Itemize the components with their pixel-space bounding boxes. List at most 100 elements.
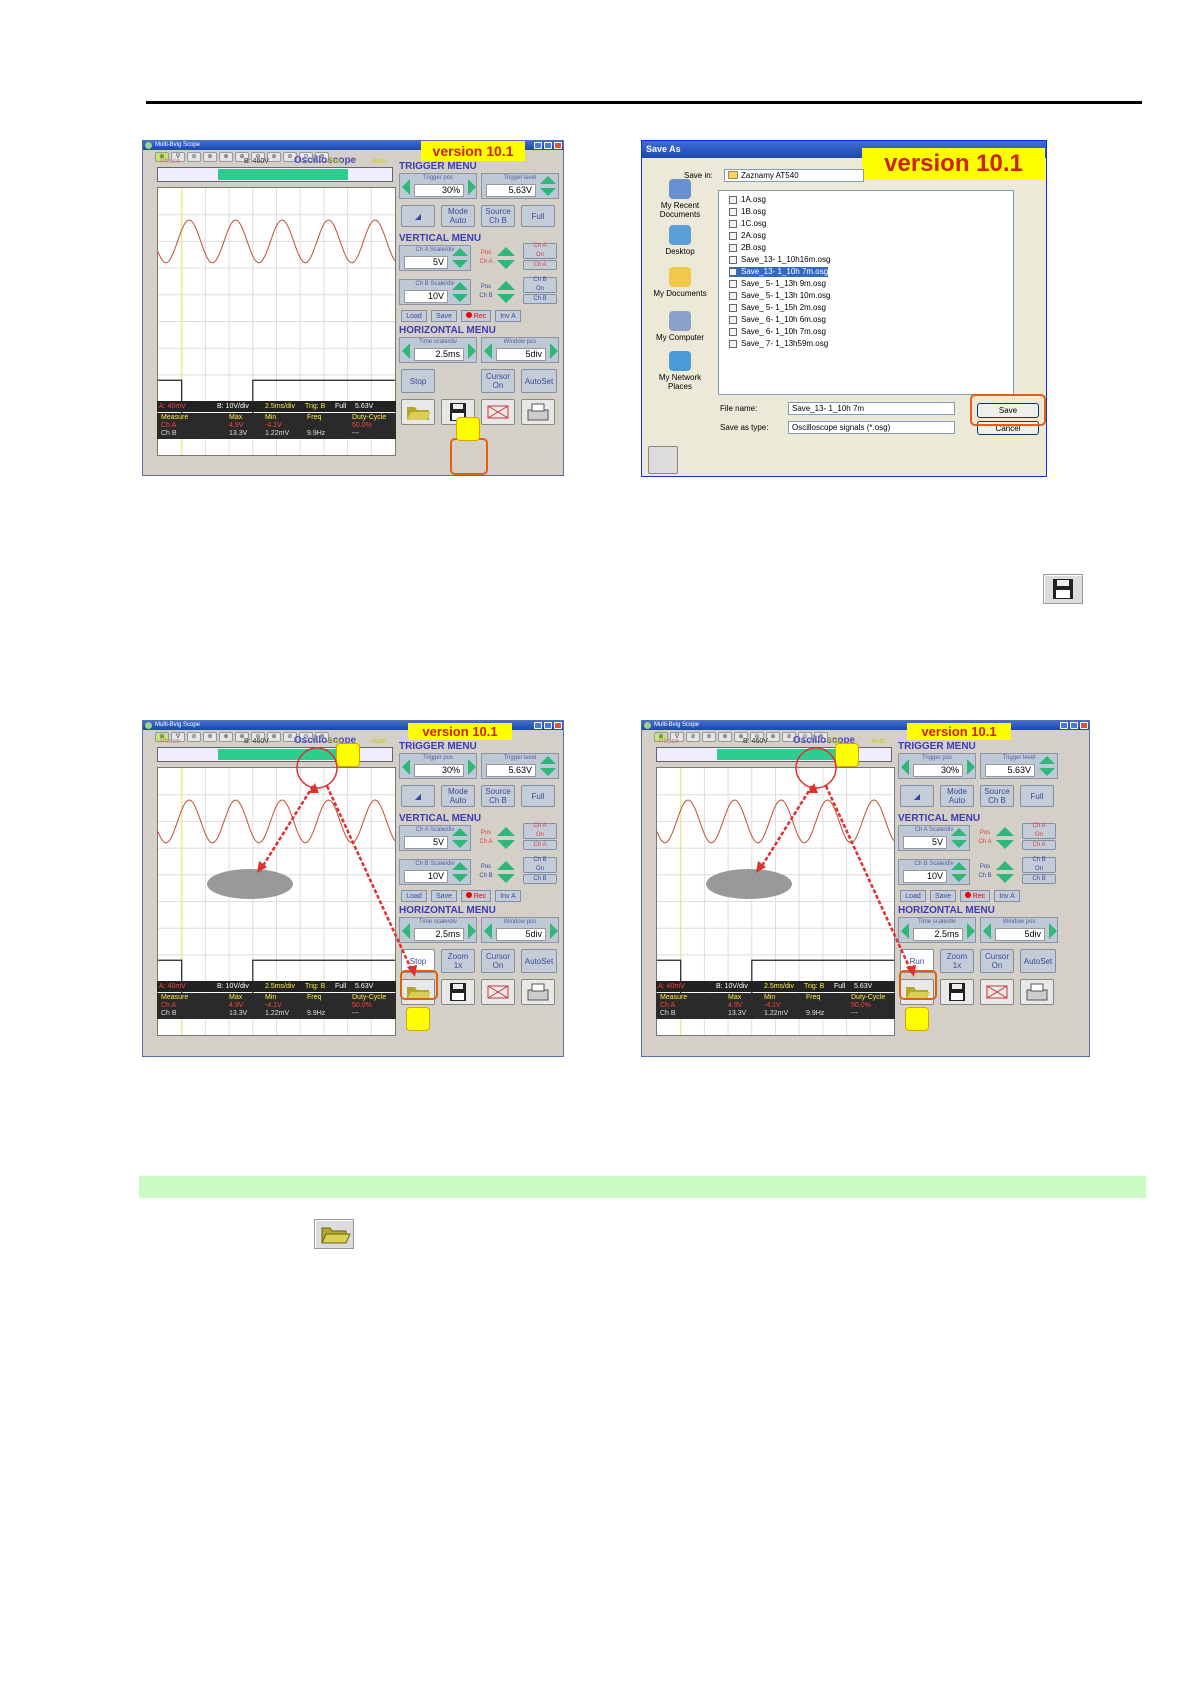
cursor-button[interactable]: Cursor On (481, 949, 515, 973)
chb-small-button[interactable]: Ch B (1022, 874, 1056, 884)
right-arrow-icon[interactable] (967, 759, 975, 775)
up-arrow-icon[interactable] (540, 756, 556, 764)
up-arrow-icon[interactable] (540, 176, 556, 184)
down-arrow-icon[interactable] (951, 874, 967, 882)
pos-cha-button[interactable]: Pos Ch A (976, 827, 994, 849)
file-list[interactable]: 1A.osg 1B.osg 1C.osg 2A.osg 2B.osg Save_13- 1… (718, 190, 1014, 395)
up-arrow-icon[interactable] (452, 862, 468, 870)
load-button[interactable]: Load (900, 890, 926, 902)
trigger-window[interactable] (717, 749, 847, 760)
left-arrow-icon[interactable] (484, 923, 492, 939)
place-item[interactable]: My Computer (644, 311, 716, 342)
down-arrow-icon[interactable] (497, 294, 515, 303)
maximize-button[interactable] (544, 142, 552, 149)
left-arrow-icon[interactable] (901, 759, 909, 775)
down-arrow-icon[interactable] (540, 768, 556, 776)
right-arrow-icon[interactable] (468, 759, 476, 775)
cha-on-button[interactable]: Ch A On (523, 243, 557, 259)
full-button[interactable]: Full (521, 205, 555, 227)
minimize-button[interactable] (534, 722, 542, 729)
inv-a-button[interactable]: Inv A (495, 890, 521, 902)
right-arrow-icon[interactable] (967, 923, 975, 939)
place-item[interactable]: Desktop (644, 225, 716, 256)
chb-on-button[interactable]: Ch B On (523, 857, 557, 873)
place-item[interactable]: My Network Places (644, 351, 716, 391)
edge-button[interactable]: ◢ (900, 785, 934, 807)
pos-chb-button[interactable]: Pos Ch B (477, 861, 495, 883)
down-arrow-icon[interactable] (996, 874, 1014, 883)
chb-small-button[interactable]: Ch B (523, 874, 557, 884)
save-button[interactable]: Save (431, 890, 457, 902)
up-arrow-icon[interactable] (497, 861, 515, 870)
save-button[interactable]: Save (431, 310, 457, 322)
close-button[interactable] (554, 142, 562, 149)
up-arrow-icon[interactable] (452, 828, 468, 836)
file-item[interactable]: 1B.osg (729, 207, 766, 217)
toolbar-button[interactable]: ⊘ (686, 732, 700, 742)
zoom-button[interactable]: Zoom 1x (441, 949, 475, 973)
right-arrow-icon[interactable] (1049, 923, 1057, 939)
chb-on-button[interactable]: Ch B On (523, 277, 557, 293)
close-button[interactable] (1080, 722, 1088, 729)
file-item[interactable]: Save_ 5- 1_15h 2m.osg (729, 303, 826, 313)
clear-button[interactable] (481, 399, 515, 425)
clear-button[interactable] (481, 979, 515, 1005)
pos-chb-button[interactable]: Pos Ch B (477, 281, 495, 303)
file-item[interactable]: 2A.osg (729, 231, 766, 241)
pos-cha-button[interactable]: Pos Ch A (477, 247, 495, 269)
file-item[interactable]: 2B.osg (729, 243, 766, 253)
down-arrow-icon[interactable] (497, 874, 515, 883)
down-arrow-icon[interactable] (497, 260, 515, 269)
print-button[interactable] (521, 399, 555, 425)
inv-a-button[interactable]: Inv A (495, 310, 521, 322)
rec-button[interactable]: Rec (960, 890, 990, 902)
up-arrow-icon[interactable] (996, 861, 1014, 870)
file-item[interactable]: 1A.osg (729, 195, 766, 205)
source-button[interactable]: Source Ch B (980, 785, 1014, 807)
file-item[interactable]: Save_ 6- 1_10h 7m.osg (729, 327, 826, 337)
save-file-button[interactable] (441, 979, 475, 1005)
left-arrow-icon[interactable] (402, 179, 410, 195)
down-arrow-icon[interactable] (540, 188, 556, 196)
up-arrow-icon[interactable] (452, 282, 468, 290)
down-arrow-icon[interactable] (452, 874, 468, 882)
autoset-button[interactable]: AutoSet (521, 369, 557, 393)
right-arrow-icon[interactable] (468, 923, 476, 939)
load-button[interactable]: Load (401, 310, 427, 322)
open-file-button[interactable] (401, 399, 435, 425)
file-item[interactable]: 1C.osg (729, 219, 766, 229)
right-arrow-icon[interactable] (550, 923, 558, 939)
file-item[interactable]: Save_ 7- 1_13h59m.osg (729, 339, 828, 349)
load-button[interactable]: Load (401, 890, 427, 902)
toolbar-button[interactable]: ⊘ (187, 152, 201, 162)
cha-small-button[interactable]: Ch A (523, 840, 557, 850)
maximize-button[interactable] (1070, 722, 1078, 729)
clear-button[interactable] (980, 979, 1014, 1005)
trigger-bar[interactable]: Phase B: 460V Run Auto (157, 158, 393, 182)
cha-small-button[interactable]: Ch A (523, 260, 557, 270)
down-arrow-icon[interactable] (497, 840, 515, 849)
save-button[interactable]: Save (930, 890, 956, 902)
source-button[interactable]: Source Ch B (481, 785, 515, 807)
mode-button[interactable]: Mode Auto (441, 785, 475, 807)
maximize-button[interactable] (544, 722, 552, 729)
file-item[interactable]: Save_13- 1_10h 7m.osg (729, 267, 829, 277)
save-file-button[interactable] (940, 979, 974, 1005)
file-item[interactable]: Save_13- 1_10h16m.osg (729, 255, 830, 265)
cursor-button[interactable]: Cursor On (980, 949, 1014, 973)
up-arrow-icon[interactable] (497, 281, 515, 290)
toolbar-button[interactable]: ⊘ (187, 732, 201, 742)
file-item[interactable]: Save_ 5- 1_13h 10m.osg (729, 291, 830, 301)
down-arrow-icon[interactable] (951, 840, 967, 848)
pos-chb-button[interactable]: Pos Ch B (976, 861, 994, 883)
save-in-select[interactable]: Zaznamy AT540 (724, 169, 864, 182)
left-arrow-icon[interactable] (901, 923, 909, 939)
down-arrow-icon[interactable] (1039, 768, 1055, 776)
up-arrow-icon[interactable] (1039, 756, 1055, 764)
toolbar-button[interactable]: ⊛ (203, 732, 217, 742)
up-arrow-icon[interactable] (996, 827, 1014, 836)
toolbar-button[interactable]: ⊗ (219, 732, 233, 742)
autoset-button[interactable]: AutoSet (521, 949, 557, 973)
cha-on-button[interactable]: Ch A On (1022, 823, 1056, 839)
down-arrow-icon[interactable] (996, 840, 1014, 849)
